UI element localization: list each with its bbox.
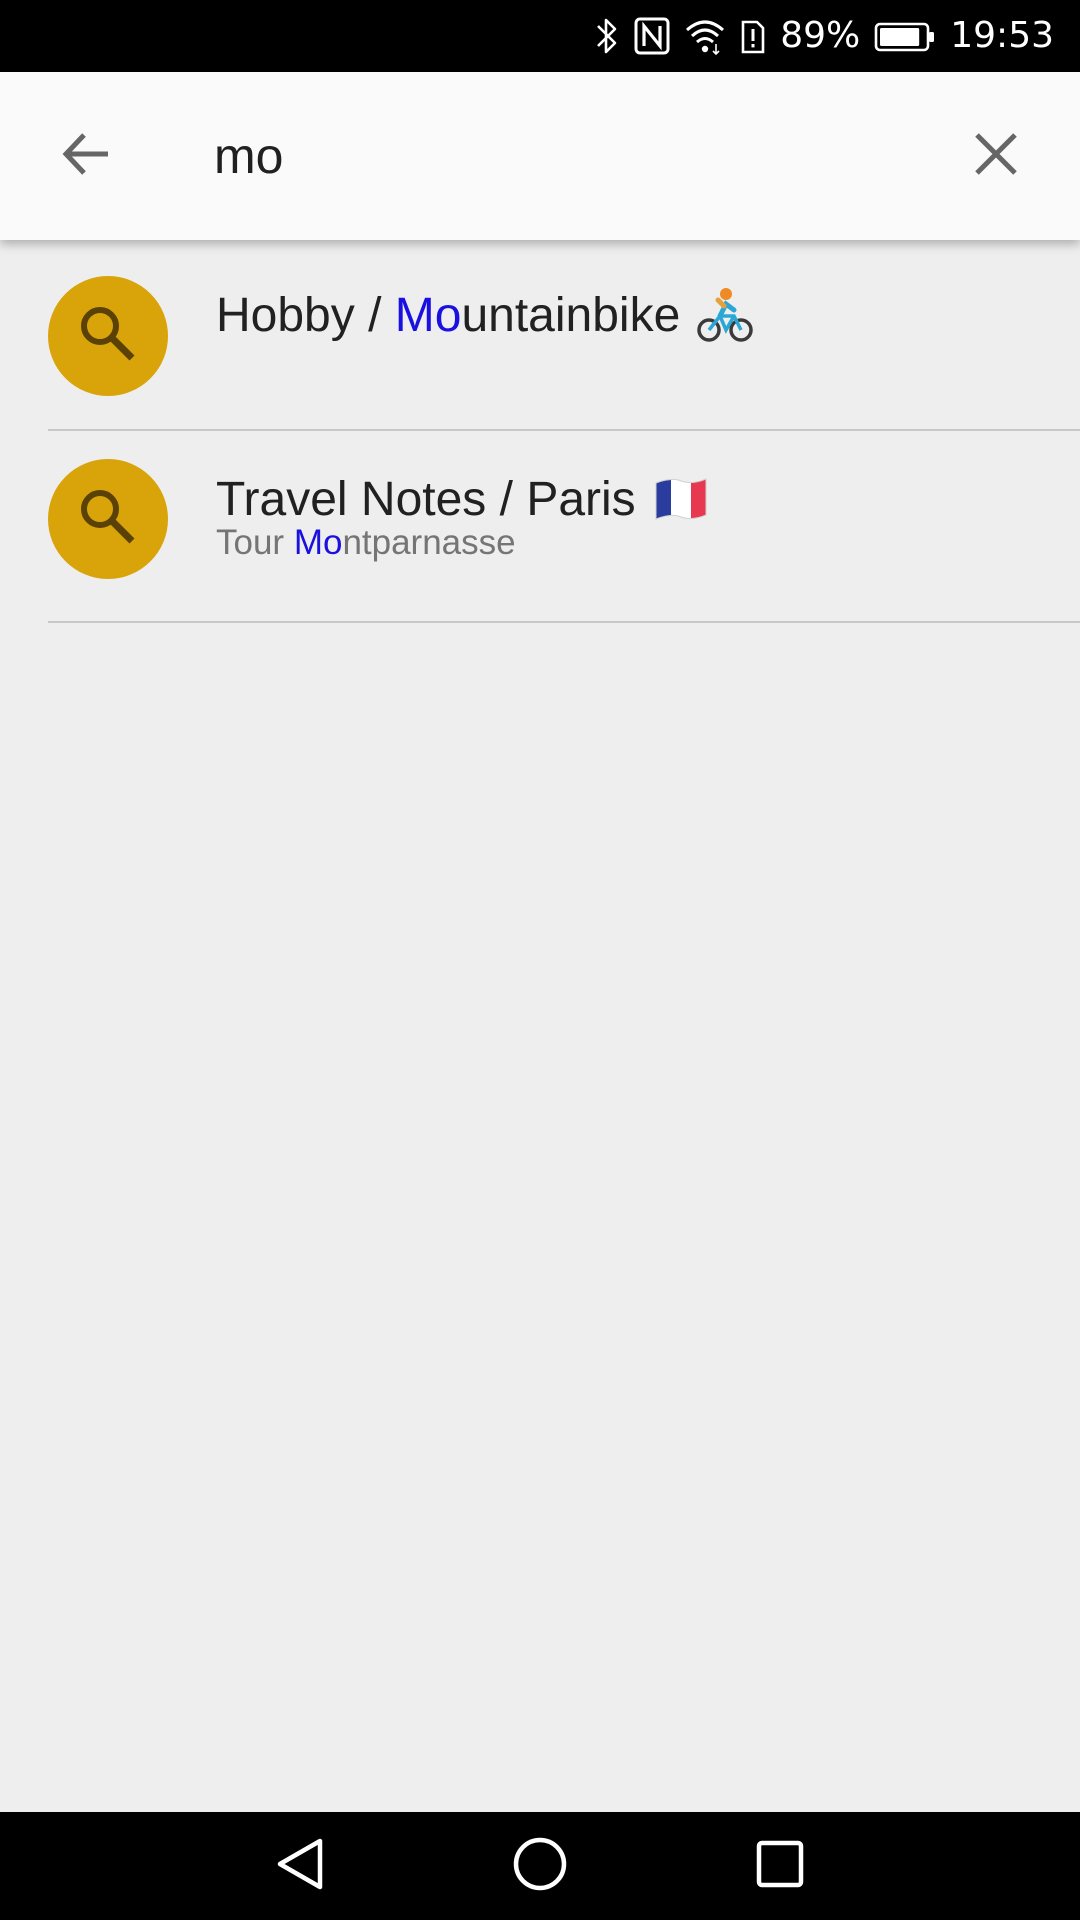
divider [48,621,1080,623]
list-item[interactable]: Travel Notes / Paris Tour Montparnasse [0,431,1080,623]
result-subtitle: Tour Montparnasse [216,523,516,563]
status-bar: 89% 19:53 [0,0,1080,72]
back-triangle-icon [274,1836,326,1897]
search-bar [0,72,1080,240]
arrow-left-icon [60,128,112,185]
subtitle-rest: ntparnasse [342,523,516,562]
search-input[interactable] [214,108,914,204]
search-icon [76,302,140,371]
recents-square-icon [754,1838,806,1895]
back-button[interactable] [44,114,128,198]
title-prefix: Hobby / [216,288,395,342]
nfc-icon [634,16,670,56]
subtitle-prefix: Tour [216,523,294,562]
search-icon [76,485,140,554]
title-match-highlight: Mo [394,288,462,342]
title-rest: untainbike [461,288,681,342]
nav-back-button[interactable] [264,1830,336,1902]
cyclist-emoji [696,286,754,344]
nav-recents-button[interactable] [744,1830,816,1902]
sim-alert-icon [740,16,766,56]
result-title: Hobby / Mo untainbike [216,286,754,344]
clock: 19:53 [950,15,1054,56]
clear-search-button[interactable] [954,114,1038,198]
home-circle-icon [512,1836,568,1897]
close-icon [974,132,1018,181]
bluetooth-icon [594,16,620,56]
nav-home-button[interactable] [504,1830,576,1902]
result-avatar [48,276,168,396]
result-avatar [48,459,168,579]
list-item[interactable]: Hobby / Mo untainbike [0,240,1080,431]
search-results-list: Hobby / Mo untainbike Travel Notes / Par… [0,240,1080,623]
title-prefix: Travel Notes / Paris [216,473,636,526]
france-flag-emoji [652,475,710,525]
result-title: Travel Notes / Paris [216,472,710,527]
status-icons: 89% 19:53 [594,0,1054,72]
battery-icon [874,16,936,56]
wifi-icon [684,16,726,56]
battery-percent: 89% [780,15,861,56]
navigation-bar [0,1812,1080,1920]
subtitle-match-highlight: Mo [293,523,343,562]
